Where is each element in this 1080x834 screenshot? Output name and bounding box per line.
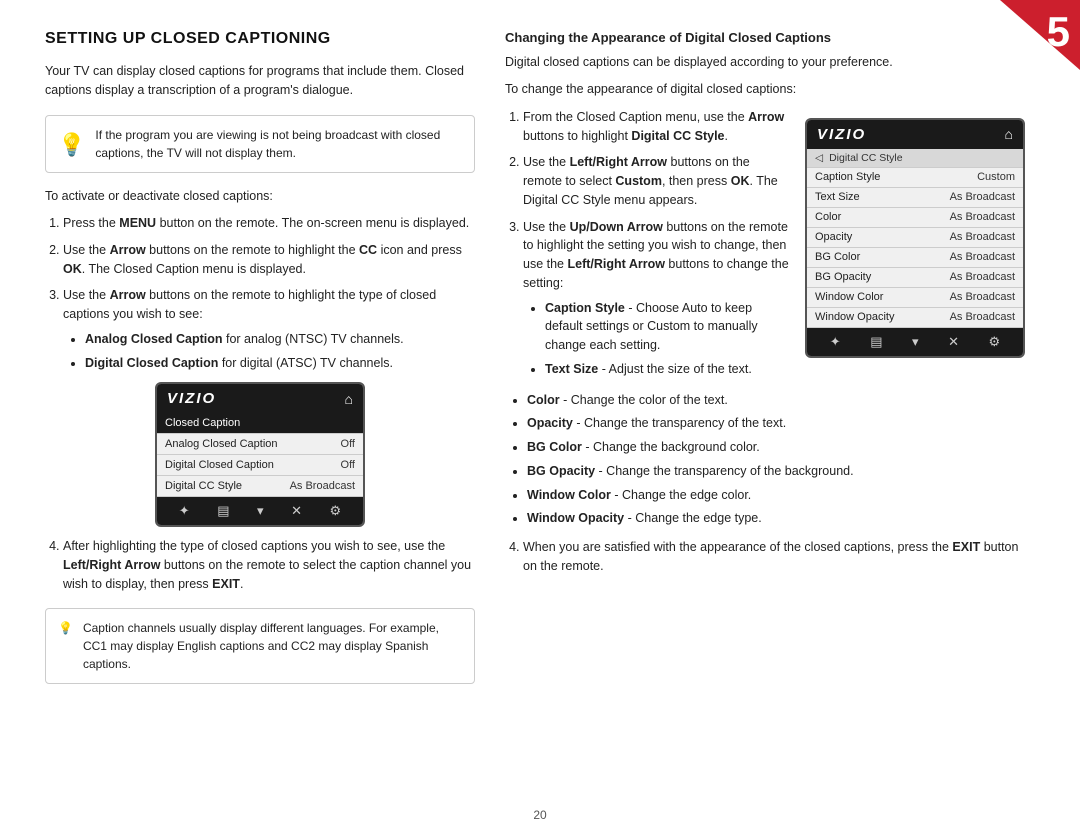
- bulb-icon: 💡: [58, 128, 85, 161]
- left-steps-list: Press the MENU button on the remote. The…: [45, 214, 475, 372]
- tv-menu-right-window-color: Window Color As Broadcast: [807, 288, 1023, 308]
- vizio-logo-left: VIZIO: [167, 390, 216, 407]
- left-step-2: Use the Arrow buttons on the remote to h…: [63, 241, 475, 279]
- left-step-4-list: After highlighting the type of closed ca…: [45, 537, 475, 593]
- tv-menu-left-nav: ✦ ▤ ▾ ✕ ⚙: [157, 497, 363, 525]
- tv-menu-right-bg-color: BG Color As Broadcast: [807, 248, 1023, 268]
- nav-x-icon-r: ✕: [948, 334, 959, 350]
- tv-menu-left-header: VIZIO ⌂: [157, 384, 363, 413]
- left-column: SETTING UP CLOSED CAPTIONING Your TV can…: [45, 30, 475, 814]
- right-step-3-bullets: Caption Style - Choose Auto to keep defa…: [523, 299, 789, 379]
- tv-menu-left: VIZIO ⌂ Closed Caption Analog Closed Cap…: [155, 382, 365, 527]
- page-number: 20: [533, 808, 546, 822]
- right-section-title: Changing the Appearance of Digital Close…: [505, 30, 1025, 45]
- intro-text: Your TV can display closed captions for …: [45, 62, 475, 101]
- tv-menu-right-bg-opacity: BG Opacity As Broadcast: [807, 268, 1023, 288]
- bg-color-bullet: BG Color - Change the background color.: [527, 438, 1025, 457]
- info-box: 💡 If the program you are viewing is not …: [45, 115, 475, 173]
- color-bullet: Color - Change the color of the text.: [527, 391, 1025, 410]
- nav-down-icon: ▾: [257, 503, 264, 519]
- nav-menu-icon: ▤: [217, 503, 229, 519]
- nav-x-icon: ✕: [291, 503, 302, 519]
- tv-menu-right-subheader: ◁ Digital CC Style: [807, 149, 1023, 168]
- tv-menu-right-nav: ✦ ▤ ▾ ✕ ⚙: [807, 328, 1023, 356]
- tv-menu-right-header: VIZIO ⌂: [807, 120, 1023, 149]
- home-icon-left: ⌂: [345, 391, 353, 407]
- tv-menu-row-cc: Closed Caption: [157, 413, 363, 434]
- section-title: SETTING UP CLOSED CAPTIONING: [45, 30, 475, 48]
- nav-star-icon: ✦: [179, 503, 190, 519]
- tv-menu-row-digital: Digital Closed Caption Off: [157, 455, 363, 476]
- home-icon-right: ⌂: [1005, 126, 1013, 142]
- right-step-4-list: When you are satisfied with the appearan…: [505, 538, 1025, 576]
- right-remaining-bullets: Color - Change the color of the text. Op…: [505, 391, 1025, 529]
- left-step-3: Use the Arrow buttons on the remote to h…: [63, 286, 475, 372]
- digital-caption-bullet: Digital Closed Caption for digital (ATSC…: [85, 354, 475, 373]
- right-steps-list: From the Closed Caption menu, use the Ar…: [505, 108, 789, 379]
- window-opacity-bullet: Window Opacity - Change the edge type.: [527, 509, 1025, 528]
- tv-menu-right-caption-style: Caption Style Custom: [807, 168, 1023, 188]
- nav-menu-icon-r: ▤: [870, 334, 882, 350]
- text-size-bullet: Text Size - Adjust the size of the text.: [545, 360, 789, 379]
- info-note-text: If the program you are viewing is not be…: [95, 126, 462, 162]
- nav-down-icon-r: ▾: [912, 334, 919, 350]
- tv-menu-right: VIZIO ⌂ ◁ Digital CC Style Caption Style…: [805, 118, 1025, 358]
- right-to-change: To change the appearance of digital clos…: [505, 80, 1025, 99]
- page-badge-number: 5: [1047, 8, 1070, 56]
- analog-caption-bullet: Analog Closed Caption for analog (NTSC) …: [85, 330, 475, 349]
- caption-style-bullet: Caption Style - Choose Auto to keep defa…: [545, 299, 789, 355]
- right-step-1: From the Closed Caption menu, use the Ar…: [523, 108, 789, 146]
- activate-text: To activate or deactivate closed caption…: [45, 187, 475, 206]
- menu-bold: MENU: [119, 216, 156, 230]
- right-step-3: Use the Up/Down Arrow buttons on the rem…: [523, 218, 789, 379]
- left-step-4: After highlighting the type of closed ca…: [63, 537, 475, 593]
- right-step-2: Use the Left/Right Arrow buttons on the …: [523, 153, 789, 209]
- bottom-note-text: Caption channels usually display differe…: [83, 619, 462, 673]
- opacity-bullet: Opacity - Change the transparency of the…: [527, 414, 1025, 433]
- left-step-1: Press the MENU button on the remote. The…: [63, 214, 475, 233]
- tv-menu-right-color: Color As Broadcast: [807, 208, 1023, 228]
- digital-cc-style-label: Digital CC Style: [829, 152, 903, 164]
- back-arrow-icon: ◁: [815, 152, 823, 164]
- tv-menu-right-opacity: Opacity As Broadcast: [807, 228, 1023, 248]
- bottom-note-box: 💡 Caption channels usually display diffe…: [45, 608, 475, 684]
- tv-menu-right-text-size: Text Size As Broadcast: [807, 188, 1023, 208]
- nav-gear-icon-r: ⚙: [989, 334, 1001, 350]
- nav-gear-icon: ⚙: [330, 503, 342, 519]
- right-column: Changing the Appearance of Digital Close…: [505, 30, 1035, 814]
- bg-opacity-bullet: BG Opacity - Change the transparency of …: [527, 462, 1025, 481]
- right-step-4: When you are satisfied with the appearan…: [523, 538, 1025, 576]
- tv-menu-row-style: Digital CC Style As Broadcast: [157, 476, 363, 497]
- window-color-bullet: Window Color - Change the edge color.: [527, 486, 1025, 505]
- tv-menu-row-analog: Analog Closed Caption Off: [157, 434, 363, 455]
- vizio-logo-right: VIZIO: [817, 126, 866, 143]
- left-step-3-bullets: Analog Closed Caption for analog (NTSC) …: [63, 330, 475, 373]
- tv-menu-right-window-opacity: Window Opacity As Broadcast: [807, 308, 1023, 328]
- bulb-icon-bottom: 💡: [58, 619, 73, 637]
- nav-star-icon-r: ✦: [830, 334, 841, 350]
- right-intro: Digital closed captions can be displayed…: [505, 53, 1025, 72]
